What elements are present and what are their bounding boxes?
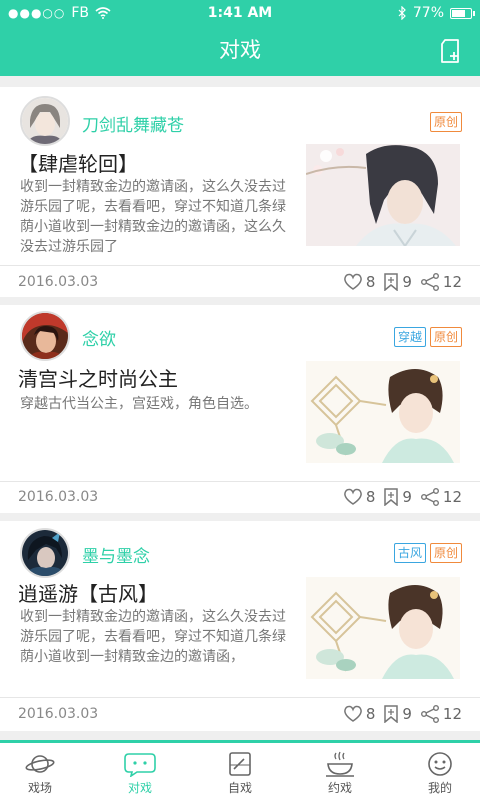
share-count: 12 xyxy=(442,488,462,506)
post-date: 2016.03.03 xyxy=(18,489,99,505)
share-button[interactable]: 12 xyxy=(420,488,462,506)
battery-icon xyxy=(450,7,475,19)
bottom-tab-bar: 戏场 对戏 自戏 约戏 我的 xyxy=(0,740,480,800)
heart-icon xyxy=(343,273,362,290)
bookmark-button[interactable]: 9 xyxy=(383,488,412,506)
tag-list: 穿越 原创 xyxy=(393,327,462,347)
tab-zixi[interactable]: 自戏 xyxy=(200,751,280,796)
share-icon xyxy=(420,273,439,291)
divider xyxy=(0,265,480,266)
tag-badge: 原创 xyxy=(429,543,462,563)
author-name[interactable]: 墨与墨念 xyxy=(82,542,150,567)
add-post-icon[interactable] xyxy=(440,38,460,64)
heart-icon xyxy=(343,488,362,505)
post-title[interactable]: 逍遥游【古风】 xyxy=(18,578,158,607)
tab-label: 对戏 xyxy=(127,781,152,795)
post-stats: 8 9 12 xyxy=(335,273,462,291)
post-description: 收到一封精致金边的邀请函，这么久没去过游乐园了呢，去看看吧，穿过不知道几条绿荫小… xyxy=(20,609,286,665)
share-button[interactable]: 12 xyxy=(420,705,462,723)
like-count: 8 xyxy=(365,488,376,506)
share-icon xyxy=(420,488,439,506)
tag-list: 古风 原创 xyxy=(393,543,462,563)
tab-profile[interactable]: 我的 xyxy=(400,751,480,796)
post-title[interactable]: 清宫斗之时尚公主 xyxy=(18,363,178,392)
share-button[interactable]: 12 xyxy=(420,273,462,291)
avatar[interactable] xyxy=(20,528,70,578)
divider xyxy=(0,697,480,698)
avatar[interactable] xyxy=(20,96,70,146)
tea-cup-icon xyxy=(326,751,354,777)
bookmark-button[interactable]: 9 xyxy=(383,705,412,723)
post-image[interactable] xyxy=(306,361,460,463)
post-date: 2016.03.03 xyxy=(18,706,99,722)
bluetooth-icon xyxy=(398,6,406,20)
like-button[interactable]: 8 xyxy=(343,705,376,723)
bookmark-icon xyxy=(384,273,399,291)
like-count: 8 xyxy=(365,273,376,291)
bookmark-icon xyxy=(384,705,399,723)
post-card[interactable]: 墨与墨念 古风 原创 逍遥游【古风】 收到一封精致金边的邀请函，这么久没去过游乐… xyxy=(0,521,480,731)
planet-icon xyxy=(25,755,55,773)
post-title[interactable]: 【肆虐轮回】 xyxy=(18,148,138,177)
app-header: ●●●○○ FB 1:41 AM 77% 对戏 xyxy=(0,0,480,76)
battery-percent: 77% xyxy=(412,5,444,21)
tab-label: 我的 xyxy=(427,781,452,795)
bookmark-count: 9 xyxy=(402,273,412,291)
tab-label: 约戏 xyxy=(327,781,352,795)
share-count: 12 xyxy=(442,705,462,723)
smiley-icon xyxy=(428,752,452,776)
status-bar: ●●●○○ FB 1:41 AM 77% xyxy=(0,0,480,26)
tag-badge: 原创 xyxy=(429,112,462,132)
post-image[interactable] xyxy=(306,144,460,246)
tab-label: 戏场 xyxy=(27,781,52,795)
chat-bubble-icon xyxy=(124,753,156,777)
avatar[interactable] xyxy=(20,311,70,361)
post-image[interactable] xyxy=(306,577,460,679)
post-description: 收到一封精致金边的邀请函，这么久没去过游乐园了呢，去看看吧，穿过不知道几条绿荫小… xyxy=(20,179,286,255)
like-button[interactable]: 8 xyxy=(343,488,376,506)
author-name[interactable]: 刀剑乱舞藏苍 xyxy=(82,111,184,136)
post-description: 穿越古代当公主，宫廷戏，角色自选。 xyxy=(20,396,258,412)
page-title: 对戏 xyxy=(219,38,261,62)
tab-label: 自戏 xyxy=(227,781,252,795)
post-date: 2016.03.03 xyxy=(18,274,99,290)
tag-list: 原创 xyxy=(429,112,462,132)
tab-duixi[interactable]: 对戏 xyxy=(100,751,180,796)
post-card[interactable]: 念欲 穿越 原创 清宫斗之时尚公主 穿越古代当公主，宫廷戏，角色自选。 2016… xyxy=(0,305,480,513)
post-stats: 8 9 12 xyxy=(335,488,462,506)
share-icon xyxy=(420,705,439,723)
tab-yuexi[interactable]: 约戏 xyxy=(300,751,380,796)
bookmark-count: 9 xyxy=(402,488,412,506)
post-card[interactable]: 刀剑乱舞藏苍 原创 【肆虐轮回】 收到一封精致金边的邀请函，这么久没去过游乐园了… xyxy=(0,87,480,297)
like-button[interactable]: 8 xyxy=(343,273,376,291)
like-count: 8 xyxy=(365,705,376,723)
bookmark-count: 9 xyxy=(402,705,412,723)
heart-icon xyxy=(343,705,362,722)
tag-badge: 古风 xyxy=(393,543,426,563)
share-count: 12 xyxy=(442,273,462,291)
divider xyxy=(0,481,480,482)
notebook-icon xyxy=(229,752,251,776)
tag-badge: 穿越 xyxy=(393,327,426,347)
author-name[interactable]: 念欲 xyxy=(82,325,116,350)
bookmark-button[interactable]: 9 xyxy=(383,273,412,291)
post-stats: 8 9 12 xyxy=(335,705,462,723)
tab-theater[interactable]: 戏场 xyxy=(0,751,80,796)
tag-badge: 原创 xyxy=(429,327,462,347)
bookmark-icon xyxy=(384,488,399,506)
